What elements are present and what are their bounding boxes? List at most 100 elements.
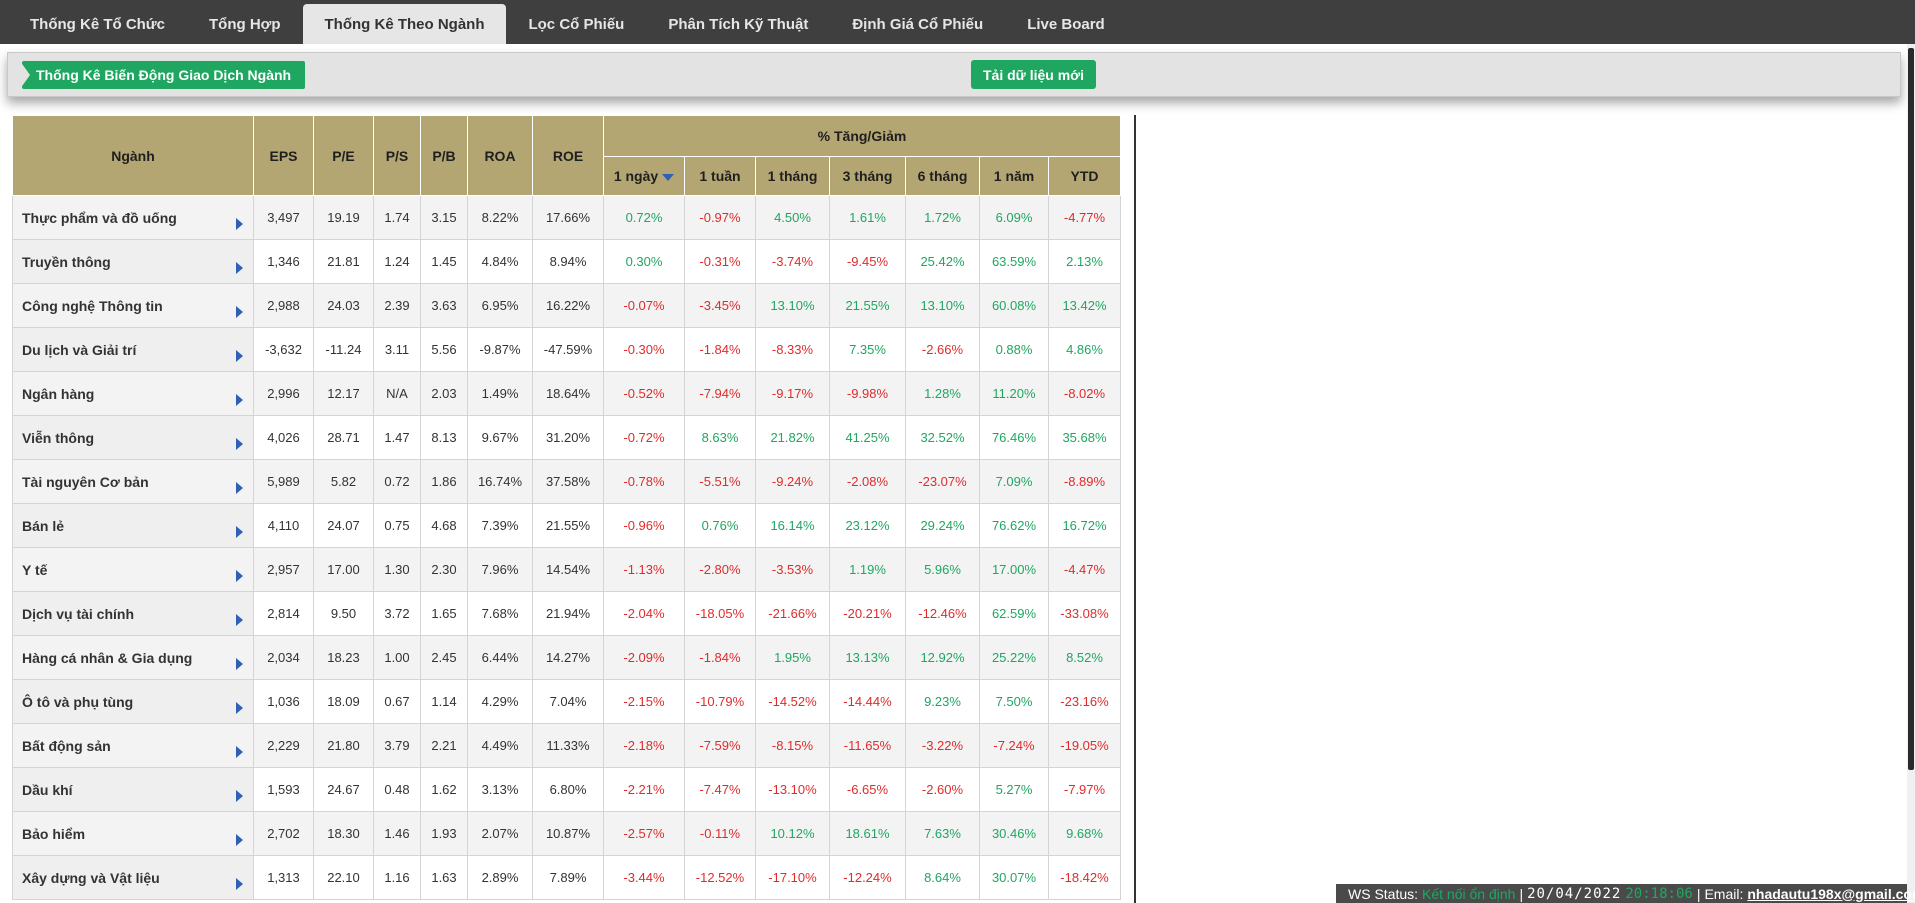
table-row[interactable]: Tài nguyên Cơ bản 5,989 5.82 0.72 1.86 16.74%… xyxy=(12,459,1121,504)
table-row[interactable]: Dầu khí 1,593 24.67 0.48 1.62 3.13% 6.80% -2.21… xyxy=(12,767,1121,812)
expand-arrow-icon[interactable] xyxy=(236,614,243,626)
cell-eps: 4,026 xyxy=(253,415,314,460)
sector-cell[interactable]: Ngân hàng xyxy=(12,371,254,416)
cell-pe: 19.19 xyxy=(313,195,374,240)
expand-arrow-icon[interactable] xyxy=(236,306,243,318)
cell-pe: 24.03 xyxy=(313,283,374,328)
cell-roa: 2.89% xyxy=(467,855,533,900)
sector-cell[interactable]: Tài nguyên Cơ bản xyxy=(12,459,254,504)
expand-arrow-icon[interactable] xyxy=(236,482,243,494)
email-link[interactable]: nhadautu198x@gmail.com xyxy=(1747,886,1915,902)
sector-cell[interactable]: Dầu khí xyxy=(12,767,254,812)
tab-1[interactable]: Tổng Hợp xyxy=(187,4,302,44)
sector-cell[interactable]: Truyền thông xyxy=(12,239,254,284)
header-pe[interactable]: P/E xyxy=(313,115,374,196)
header-period-6[interactable]: YTD xyxy=(1048,156,1121,196)
expand-arrow-icon[interactable] xyxy=(236,262,243,274)
reload-data-button[interactable]: Tải dữ liệu mới xyxy=(971,60,1096,89)
cell-pe: 17.00 xyxy=(313,547,374,592)
table-row[interactable]: Ô tô và phụ tùng 1,036 18.09 0.67 1.14 4.29% 7… xyxy=(12,679,1121,724)
header-period-1[interactable]: 1 tuần xyxy=(684,156,756,196)
expand-arrow-icon[interactable] xyxy=(236,350,243,362)
tab-5[interactable]: Định Giá Cổ Phiếu xyxy=(830,4,1005,44)
page-scrollbar-thumb[interactable] xyxy=(1908,48,1914,770)
expand-arrow-icon[interactable] xyxy=(236,702,243,714)
expand-arrow-icon[interactable] xyxy=(236,790,243,802)
cell-change-5: 63.59% xyxy=(979,239,1049,284)
sector-cell[interactable]: Thực phẩm và đồ uống xyxy=(12,195,254,240)
header-eps[interactable]: EPS xyxy=(253,115,314,196)
cell-roa: 8.22% xyxy=(467,195,533,240)
sort-desc-icon[interactable] xyxy=(662,173,675,181)
cell-change-4: 29.24% xyxy=(905,503,980,548)
cell-pe: 12.17 xyxy=(313,371,374,416)
cell-change-1: -12.52% xyxy=(684,855,756,900)
table-row[interactable]: Viễn thông 4,026 28.71 1.47 8.13 9.67% 31.20% -… xyxy=(12,415,1121,460)
cell-roe: 16.22% xyxy=(532,283,604,328)
table-row[interactable]: Dịch vụ tài chính 2,814 9.50 3.72 1.65 7.68% 2… xyxy=(12,591,1121,636)
table-row[interactable]: Ngân hàng 2,996 12.17 N/A 2.03 1.49% 18.64% -0.… xyxy=(12,371,1121,416)
header-period-2[interactable]: 1 tháng xyxy=(755,156,830,196)
header-period-4[interactable]: 6 tháng xyxy=(905,156,980,196)
header-ps[interactable]: P/S xyxy=(373,115,421,196)
cell-change-6: -33.08% xyxy=(1048,591,1121,636)
sector-cell[interactable]: Bán lẻ xyxy=(12,503,254,548)
cell-change-4: 25.42% xyxy=(905,239,980,284)
expand-arrow-icon[interactable] xyxy=(236,834,243,846)
sector-cell[interactable]: Xây dựng và Vật liệu xyxy=(12,855,254,900)
cell-roa: 3.13% xyxy=(467,767,533,812)
tab-4[interactable]: Phân Tích Kỹ Thuật xyxy=(646,4,830,44)
cell-change-1: -5.51% xyxy=(684,459,756,504)
cell-eps: 2,988 xyxy=(253,283,314,328)
table-row[interactable]: Y tế 2,957 17.00 1.30 2.30 7.96% 14.54% -1.13% -… xyxy=(12,547,1121,592)
cell-change-2: -14.52% xyxy=(755,679,830,724)
sector-cell[interactable]: Y tế xyxy=(12,547,254,592)
table-row[interactable]: Bảo hiểm 2,702 18.30 1.46 1.93 2.07% 10.87% -2.… xyxy=(12,811,1121,856)
expand-arrow-icon[interactable] xyxy=(236,526,243,538)
header-period-0[interactable]: 1 ngày xyxy=(603,156,685,196)
tab-3[interactable]: Lọc Cổ Phiếu xyxy=(506,4,646,44)
cell-change-1: -0.97% xyxy=(684,195,756,240)
table-row[interactable]: Bán lẻ 4,110 24.07 0.75 4.68 7.39% 21.55% -0.96… xyxy=(12,503,1121,548)
expand-arrow-icon[interactable] xyxy=(236,438,243,450)
tab-0[interactable]: Thống Kê Tổ Chức xyxy=(8,4,187,44)
sector-cell[interactable]: Bất động sản xyxy=(12,723,254,768)
header-period-5[interactable]: 1 năm xyxy=(979,156,1049,196)
cell-change-4: 5.96% xyxy=(905,547,980,592)
header-period-3[interactable]: 3 tháng xyxy=(829,156,906,196)
cell-pe: 18.30 xyxy=(313,811,374,856)
table-row[interactable]: Du lịch và Giải trí -3,632 -11.24 3.11 5.56-… xyxy=(12,327,1121,372)
tab-6[interactable]: Live Board xyxy=(1005,4,1127,44)
expand-arrow-icon[interactable] xyxy=(236,570,243,582)
sector-cell[interactable]: Ô tô và phụ tùng xyxy=(12,679,254,724)
sector-cell[interactable]: Bảo hiểm xyxy=(12,811,254,856)
header-sector[interactable]: Ngành xyxy=(12,115,254,196)
sector-cell[interactable]: Viễn thông xyxy=(12,415,254,460)
cell-change-3: 1.19% xyxy=(829,547,906,592)
cell-change-3: -9.45% xyxy=(829,239,906,284)
table-row[interactable]: Hàng cá nhân & Gia dụng 2,034 18.23 1.00 2.4… xyxy=(12,635,1121,680)
expand-arrow-icon[interactable] xyxy=(236,658,243,670)
cell-pe: 24.07 xyxy=(313,503,374,548)
sector-table-container[interactable]: Ngành EPS P/E P/S P/B ROA ROE % Tăng/Giả… xyxy=(12,115,1136,903)
header-roa[interactable]: ROA xyxy=(467,115,533,196)
table-row[interactable]: Truyền thông 1,346 21.81 1.24 1.45 4.84% 8.94%… xyxy=(12,239,1121,284)
sector-cell[interactable]: Hàng cá nhân & Gia dụng xyxy=(12,635,254,680)
table-row[interactable]: Xây dựng và Vật liệu 1,313 22.10 1.16 1.63 2.… xyxy=(12,855,1121,900)
sector-cell[interactable]: Công nghệ Thông tin xyxy=(12,283,254,328)
table-row[interactable]: Công nghệ Thông tin 2,988 24.03 2.39 3.63 6.9… xyxy=(12,283,1121,328)
header-pb[interactable]: P/B xyxy=(420,115,468,196)
sector-name: Bảo hiểm xyxy=(22,825,86,842)
header-roe[interactable]: ROE xyxy=(532,115,604,196)
table-row[interactable]: Bất động sản 2,229 21.80 3.79 2.21 4.49% 11.33… xyxy=(12,723,1121,768)
tab-2[interactable]: Thống Kê Theo Ngành xyxy=(302,4,507,44)
expand-arrow-icon[interactable] xyxy=(236,218,243,230)
expand-arrow-icon[interactable] xyxy=(236,878,243,890)
cell-change-1: -7.47% xyxy=(684,767,756,812)
table-row[interactable]: Thực phẩm và đồ uống 3,497 19.19 1.74 3.15 8.… xyxy=(12,195,1121,240)
expand-arrow-icon[interactable] xyxy=(236,394,243,406)
sector-cell[interactable]: Du lịch và Giải trí xyxy=(12,327,254,372)
sector-cell[interactable]: Dịch vụ tài chính xyxy=(12,591,254,636)
expand-arrow-icon[interactable] xyxy=(236,746,243,758)
cell-roa: 2.07% xyxy=(467,811,533,856)
